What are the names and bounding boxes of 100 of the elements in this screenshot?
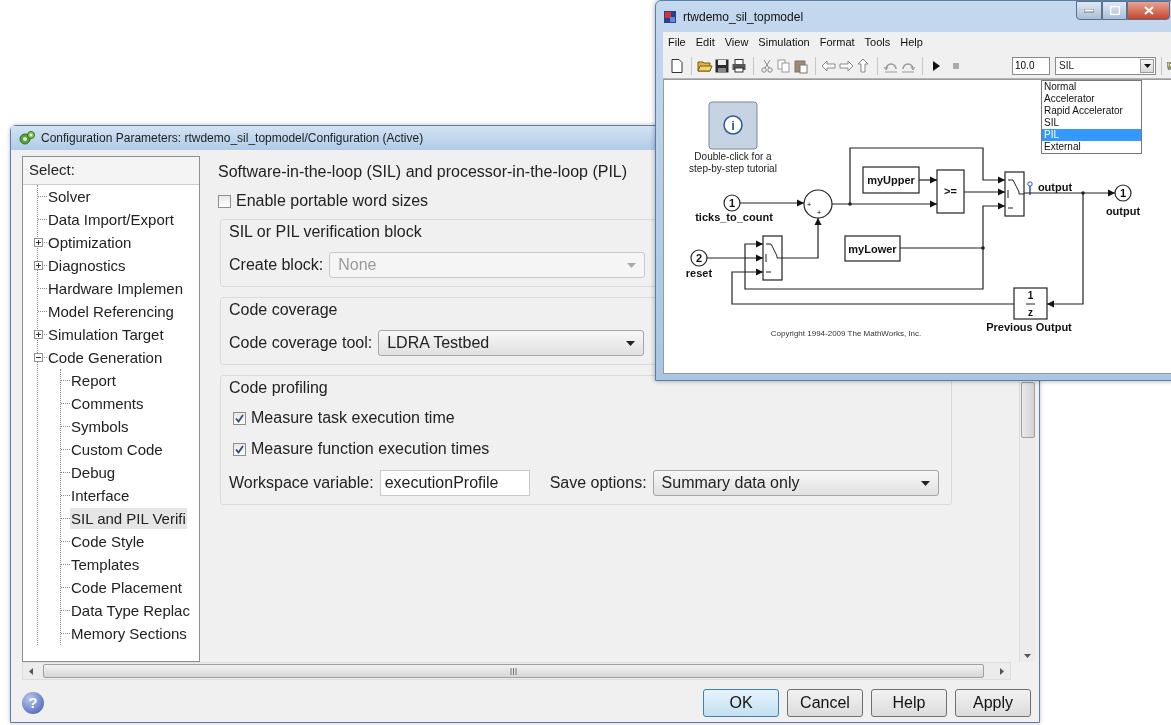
input-field[interactable]: executionProfile (379, 470, 530, 496)
sum-block: + + (803, 189, 833, 219)
port-label: output (1105, 205, 1141, 217)
group-title: SIL or PIL verification block (229, 222, 423, 242)
tree-item[interactable]: Data Import/Export (47, 209, 175, 230)
inport-block: 2 (690, 249, 708, 267)
dialog-button[interactable]: Help (871, 689, 947, 717)
tree-item[interactable]: Data Type Replac (70, 600, 191, 621)
field-label: Workspace variable: (229, 473, 374, 493)
tree-item[interactable]: SIL and PIL Verifi (70, 508, 187, 529)
grip-icon (510, 667, 517, 675)
scrollbar[interactable] (22, 662, 1011, 680)
new-file-icon[interactable] (669, 57, 685, 74)
tree-item[interactable]: Solver (47, 186, 92, 207)
tree-item[interactable]: Report (70, 370, 118, 391)
checkbox[interactable] (218, 194, 231, 208)
tree-item[interactable]: Symbols (70, 416, 130, 437)
scroll-arrow-icon[interactable] (29, 667, 33, 675)
menu-item[interactable]: Help (900, 34, 923, 51)
expand-icon[interactable] (33, 261, 43, 270)
field-label: Create block: (229, 255, 324, 275)
model-icon (663, 9, 677, 24)
paste-icon[interactable] (793, 57, 809, 74)
tree-item[interactable]: Simulation Target (47, 324, 165, 345)
dialog-button[interactable]: Apply (955, 689, 1031, 717)
window-title: Configuration Parameters: rtwdemo_sil_topmodel/Configuration (Active) (41, 130, 424, 147)
switch-block (762, 235, 783, 281)
caret-icon (627, 262, 637, 268)
dropdown-option[interactable]: Accelerator (1042, 93, 1141, 105)
tutorial-caption: Double-click for a step-by-step tutorial (689, 151, 777, 174)
print-icon[interactable] (731, 57, 747, 74)
signal-line (739, 199, 805, 207)
menu-item[interactable]: File (668, 34, 686, 51)
close-icon (1143, 6, 1154, 15)
dialog-button[interactable]: Cancel (787, 689, 863, 717)
field-label: Code coverage tool: (229, 333, 373, 353)
caret-icon (920, 480, 930, 486)
unit-delay-block: 1 z (1013, 287, 1048, 320)
dropdown-option[interactable]: Normal (1042, 81, 1141, 93)
checkbox-label[interactable]: Measure task execution time (251, 406, 455, 430)
scroll-arrow-icon[interactable] (1000, 667, 1004, 675)
tree-item[interactable]: Code Generation (47, 347, 164, 368)
menu-item[interactable]: Tools (864, 34, 891, 51)
switch-block (1004, 171, 1025, 217)
tree-item[interactable]: Model Referencing (47, 301, 175, 322)
block-label: Previous Output (986, 321, 1072, 333)
dropdown-option[interactable]: SIL (1042, 117, 1141, 129)
tree-item[interactable]: Interface (70, 485, 131, 506)
port-label: reset (685, 267, 713, 279)
scrollbar-thumb[interactable] (43, 664, 984, 678)
scroll-arrow-icon[interactable] (1024, 654, 1031, 658)
tree-item[interactable]: Diagnostics (47, 255, 127, 276)
minimize-button[interactable] (1076, 1, 1102, 20)
gear-icon (19, 130, 35, 146)
dropdown[interactable]: LDRA Testbed (378, 330, 645, 356)
scrollbar[interactable] (1019, 382, 1035, 662)
caret-icon (1143, 63, 1151, 68)
expand-icon[interactable] (33, 330, 43, 339)
up-arrow-icon[interactable] (855, 57, 871, 74)
group-title: Code profiling (229, 378, 329, 398)
dropdown[interactable]: Summary data only (652, 470, 939, 496)
menu-item[interactable]: Format (819, 34, 855, 51)
cut-icon[interactable] (759, 57, 775, 74)
tree-item[interactable]: Templates (70, 554, 141, 575)
window-title: rtwdemo_sil_topmodel (683, 8, 804, 26)
menu-item[interactable]: Edit (695, 34, 715, 51)
maximize-button[interactable] (1102, 1, 1127, 20)
inport-block: 1 (723, 194, 741, 212)
save-icon[interactable] (714, 57, 730, 74)
mode-dropdown[interactable]: SIL (1055, 56, 1156, 75)
collapse-icon[interactable] (33, 353, 43, 362)
scrollbar-thumb[interactable] (1021, 382, 1035, 438)
checkbox[interactable] (233, 411, 246, 425)
menu-item[interactable]: View (724, 34, 749, 51)
section-title: Software-in-the-loop (SIL) and processor-in-the-loop (PIL) (218, 162, 628, 182)
copyright-text: Copyright 1994-2009 The MathWorks, Inc. (770, 329, 922, 338)
tree-item[interactable]: Debug (70, 462, 117, 483)
port-label: ticks_to_count (695, 211, 773, 223)
tree-item[interactable]: Code Style (70, 531, 146, 552)
constant-block: myUpper (862, 166, 920, 194)
stop-time-field[interactable]: 10.0 (1012, 56, 1050, 75)
tree-item[interactable]: Code Placement (70, 577, 183, 598)
close-button[interactable] (1127, 1, 1170, 20)
tree-item[interactable]: Custom Code (70, 439, 164, 460)
expand-icon[interactable] (33, 238, 43, 247)
relational-operator-block: >= (936, 169, 965, 214)
group-title: Code coverage (229, 300, 339, 320)
info-button[interactable]: i (708, 101, 758, 150)
tree-item[interactable]: Hardware Implemen (47, 278, 185, 299)
dropdown-option[interactable]: Rapid Accelerator (1042, 105, 1141, 117)
dropdown-option[interactable]: External (1042, 141, 1141, 153)
tree-item[interactable]: Comments (70, 393, 145, 414)
menu-item[interactable]: Simulation (758, 34, 810, 51)
checkbox-label[interactable]: Enable portable word sizes (236, 189, 429, 213)
checkbox-label[interactable]: Measure function execution times (251, 437, 490, 461)
dialog-button[interactable]: OK (703, 689, 779, 717)
minimize-icon (1084, 8, 1094, 13)
tree-item[interactable]: Memory Sections (70, 623, 188, 644)
tree-item[interactable]: Optimization (47, 232, 133, 253)
checkbox[interactable] (233, 442, 246, 456)
